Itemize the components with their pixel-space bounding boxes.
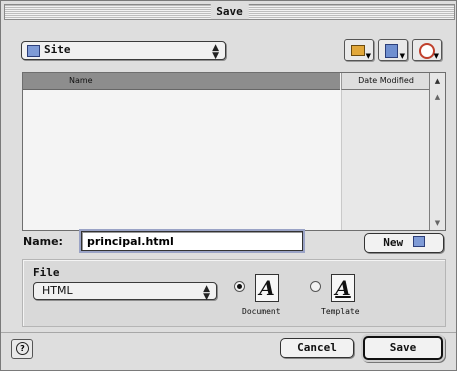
- date-column: [341, 90, 430, 230]
- name-input-value: principal.html: [87, 235, 174, 248]
- list-scrollbar[interactable]: ▲ ▲ ▼: [429, 73, 445, 230]
- dropdown-triangle-icon: ▼: [365, 52, 371, 60]
- recent-icon: [419, 43, 435, 59]
- location-popup[interactable]: Site ▲ ▼: [21, 41, 226, 61]
- dropdown-triangle-icon: ▼: [433, 52, 439, 60]
- help-button[interactable]: ?: [11, 339, 33, 359]
- template-radio[interactable]: [310, 281, 321, 292]
- document-radio[interactable]: [234, 281, 245, 292]
- shortcuts-icon: [385, 44, 398, 58]
- sort-direction-icon[interactable]: ▲: [430, 73, 445, 89]
- cancel-button[interactable]: Cancel: [280, 338, 354, 358]
- template-label: Template: [321, 307, 360, 316]
- folder-icon: [27, 45, 40, 57]
- popup-arrows-icon: ▲ ▼: [203, 284, 210, 302]
- new-folder-button[interactable]: New: [364, 233, 444, 253]
- divider: [1, 332, 456, 333]
- scroll-up-arrow-icon[interactable]: ▲: [430, 90, 445, 104]
- date-column-label: Date Modified: [358, 76, 414, 85]
- name-input[interactable]: principal.html: [81, 231, 303, 251]
- cancel-label: Cancel: [297, 341, 337, 354]
- recent-button[interactable]: ▼: [412, 39, 442, 61]
- name-column-label: Name: [69, 76, 93, 85]
- dropdown-triangle-icon: ▼: [399, 52, 405, 60]
- new-folder-label: New: [383, 236, 404, 249]
- help-icon: ?: [16, 342, 29, 355]
- name-label: Name:: [23, 235, 63, 248]
- save-dialog: Save Site ▲ ▼ ▼ ▼ ▼ Name Date Modified ▲ …: [0, 0, 457, 371]
- shortcuts-button[interactable]: ▼: [378, 39, 408, 61]
- popup-arrows-icon: ▲ ▼: [212, 43, 219, 61]
- date-column-header[interactable]: Date Modified: [341, 73, 430, 90]
- file-format-value: HTML: [42, 284, 73, 297]
- favorites-button[interactable]: ▼: [344, 39, 374, 61]
- favorites-icon: [351, 45, 365, 56]
- location-popup-label: Site: [44, 43, 71, 56]
- title-bar[interactable]: Save: [4, 4, 455, 20]
- file-format-group: File HTML ▲ ▼ A Document A Template: [22, 259, 446, 327]
- save-button[interactable]: Save: [363, 336, 443, 360]
- file-list[interactable]: Name Date Modified ▲ ▲ ▼: [22, 72, 446, 231]
- template-icon[interactable]: A: [331, 274, 355, 302]
- name-column-header[interactable]: Name: [23, 73, 340, 90]
- scroll-down-arrow-icon[interactable]: ▼: [430, 216, 445, 230]
- window-title: Save: [210, 4, 249, 19]
- file-format-popup[interactable]: HTML ▲ ▼: [33, 282, 217, 302]
- document-icon[interactable]: A: [255, 274, 279, 302]
- save-label: Save: [389, 341, 417, 354]
- document-label: Document: [242, 307, 281, 316]
- new-folder-icon: [412, 236, 425, 247]
- file-format-label: File: [33, 266, 60, 279]
